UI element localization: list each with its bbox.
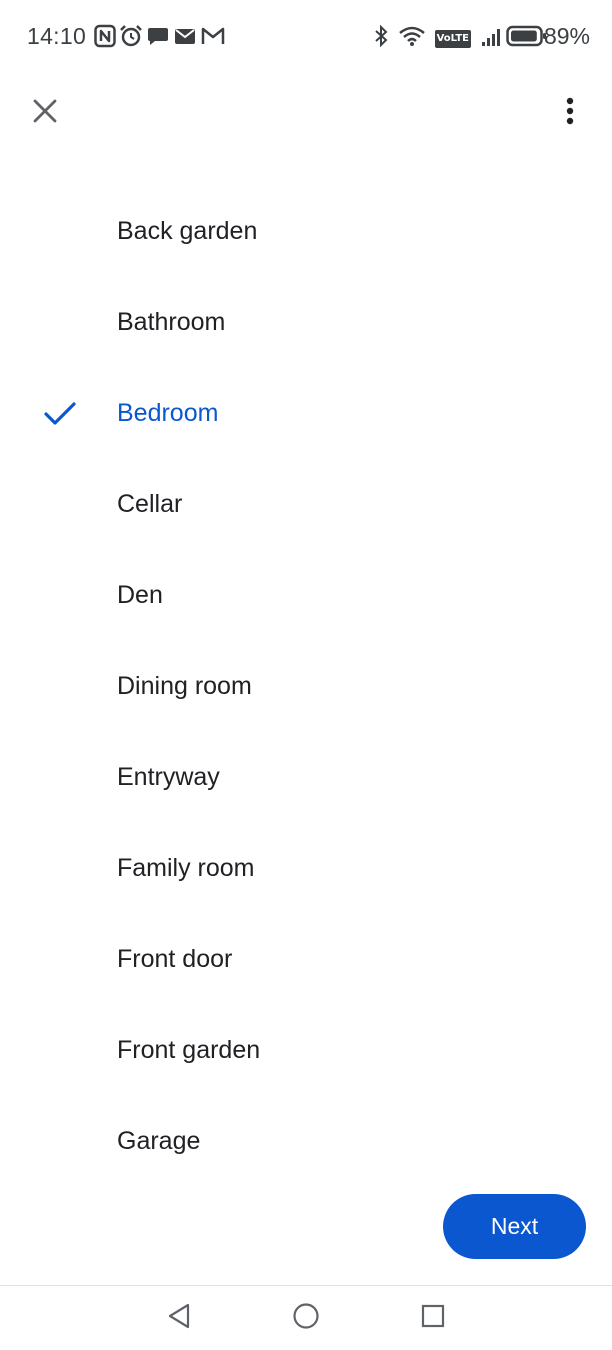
room-label: Front door bbox=[117, 945, 233, 973]
alarm-icon bbox=[119, 24, 143, 53]
room-label: Garage bbox=[117, 1127, 201, 1155]
more-options-button[interactable] bbox=[548, 88, 592, 138]
chat-icon bbox=[146, 24, 170, 53]
battery-icon bbox=[506, 24, 548, 53]
nav-recents-button[interactable] bbox=[408, 1294, 458, 1342]
room-list: Back garden Bathroom Bedroom Cellar Den … bbox=[0, 186, 612, 1187]
nav-back-button[interactable] bbox=[154, 1294, 204, 1342]
room-label: Cellar bbox=[117, 490, 183, 518]
room-item-garage[interactable]: Garage bbox=[0, 1096, 612, 1187]
check-icon bbox=[43, 397, 77, 431]
nfc-icon bbox=[94, 24, 116, 53]
close-icon bbox=[32, 98, 58, 129]
room-label: Bedroom bbox=[117, 399, 219, 427]
room-item-cellar[interactable]: Cellar bbox=[0, 459, 612, 550]
room-label: Dining room bbox=[117, 672, 252, 700]
back-icon bbox=[166, 1302, 192, 1335]
room-label: Bathroom bbox=[117, 308, 226, 336]
room-label: Front garden bbox=[117, 1036, 261, 1064]
room-label: Family room bbox=[117, 854, 255, 882]
top-app-bar bbox=[0, 80, 612, 144]
room-item-family-room[interactable]: Family room bbox=[0, 823, 612, 914]
gmail-icon bbox=[200, 24, 226, 53]
room-item-den[interactable]: Den bbox=[0, 550, 612, 641]
room-label: Entryway bbox=[117, 763, 220, 791]
room-item-dining-room[interactable]: Dining room bbox=[0, 641, 612, 732]
wifi-icon bbox=[398, 24, 426, 53]
room-label: Den bbox=[117, 581, 163, 609]
nav-home-button[interactable] bbox=[281, 1294, 331, 1342]
home-icon bbox=[292, 1302, 320, 1335]
system-nav-bar bbox=[0, 1286, 612, 1350]
room-item-bedroom[interactable]: Bedroom bbox=[0, 368, 612, 459]
system-icons: VoLTE bbox=[373, 24, 504, 53]
room-item-front-garden[interactable]: Front garden bbox=[0, 1005, 612, 1096]
more-vert-icon bbox=[566, 97, 574, 130]
volte-icon: VoLTE bbox=[434, 29, 471, 48]
status-bar: 14:10 VoLTE 89% bbox=[0, 0, 612, 72]
battery-percent: 89% bbox=[543, 23, 590, 49]
status-time: 14:10 bbox=[27, 23, 87, 49]
signal-icon bbox=[480, 25, 504, 52]
room-item-front-door[interactable]: Front door bbox=[0, 914, 612, 1005]
next-button[interactable]: Next bbox=[443, 1194, 586, 1259]
room-item-bathroom[interactable]: Bathroom bbox=[0, 277, 612, 368]
bluetooth-icon bbox=[373, 24, 389, 53]
close-button[interactable] bbox=[20, 88, 70, 138]
email-icon bbox=[173, 24, 197, 53]
room-label: Back garden bbox=[117, 217, 258, 245]
recents-icon bbox=[420, 1303, 446, 1334]
notification-icons bbox=[94, 24, 226, 53]
room-item-entryway[interactable]: Entryway bbox=[0, 732, 612, 823]
room-item-back-garden[interactable]: Back garden bbox=[0, 186, 612, 277]
